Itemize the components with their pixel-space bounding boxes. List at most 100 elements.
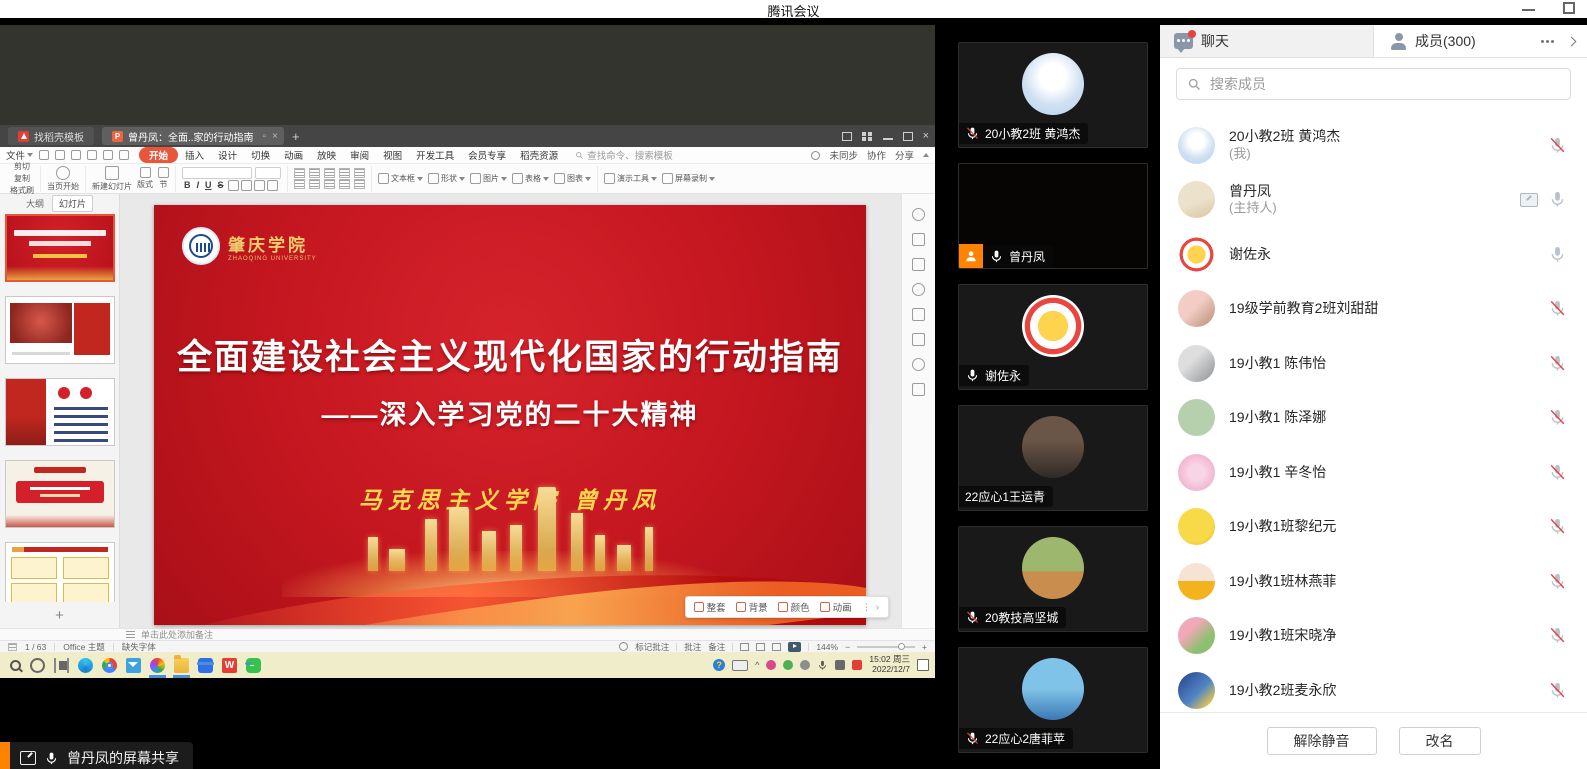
new-slide-label[interactable]: 新建幻灯片 (92, 181, 132, 192)
taskbar-clock[interactable]: 15:02 周三 2022/12/7 (869, 655, 910, 675)
sidebar-tool-icon[interactable] (912, 233, 925, 246)
tray-app-icon[interactable] (783, 660, 793, 670)
mic-muted-icon[interactable] (1548, 626, 1567, 645)
cut-label[interactable]: 剪切 (14, 161, 30, 172)
sidebar-tool-icon[interactable] (912, 333, 925, 346)
save-icon[interactable] (39, 150, 49, 160)
tab-close-icon[interactable]: × (272, 131, 278, 142)
tab-slides[interactable]: 幻灯片 (52, 195, 93, 212)
more-options-icon[interactable] (1541, 40, 1554, 43)
meeting-app-icon[interactable] (198, 658, 213, 673)
tab-restore-icon[interactable]: ▫ (263, 131, 267, 142)
member-search-input[interactable]: 搜索成员 (1176, 68, 1571, 100)
member-row[interactable]: 曾丹凤 (主持人) (1160, 173, 1587, 228)
touch-keyboard-icon[interactable] (732, 660, 748, 671)
comment-label[interactable]: 批注 (684, 641, 701, 653)
share-label[interactable]: 分享 (895, 148, 914, 162)
photos-icon[interactable] (150, 658, 165, 673)
file-explorer-icon[interactable] (174, 658, 189, 673)
chrome-icon[interactable] (102, 658, 117, 673)
video-tile[interactable]: 22应心1王运青 (958, 405, 1148, 511)
background-button[interactable]: 背景 (736, 600, 768, 614)
color-button[interactable]: 颜色 (778, 600, 810, 614)
sidebar-tool-icon[interactable] (912, 208, 925, 221)
sidebar-tool-icon[interactable] (912, 383, 925, 396)
mic-muted-icon[interactable] (1548, 681, 1567, 700)
mic-muted-icon[interactable] (1548, 136, 1567, 155)
theme-name[interactable]: Office 主题 (63, 641, 104, 653)
zoom-slider[interactable] (857, 646, 915, 648)
ribbon-tab-slideshow[interactable]: 放映 (310, 148, 343, 162)
note-label[interactable]: 备注 (708, 641, 725, 653)
number-list-icon[interactable] (309, 168, 320, 178)
mic-muted-icon[interactable] (1548, 463, 1567, 482)
member-row[interactable]: 19小教1班宋晓净 (1160, 609, 1587, 664)
rename-button[interactable]: 改名 (1399, 727, 1481, 755)
line-spacing-icon[interactable] (354, 168, 365, 178)
zoom-in-icon[interactable]: + (922, 642, 927, 652)
tab-chat[interactable]: 聊天 (1160, 25, 1374, 57)
ribbon-tab-insert[interactable]: 插入 (178, 148, 211, 162)
tray-app-icon[interactable] (852, 660, 862, 670)
tray-app-icon[interactable] (766, 660, 776, 670)
reading-view-icon[interactable] (772, 643, 781, 651)
member-row[interactable]: 19小教1班林燕菲 (1160, 554, 1587, 609)
animation-button[interactable]: 动画 (820, 600, 852, 614)
video-tile[interactable]: 曾丹凤 (958, 163, 1148, 269)
insert-chart[interactable]: 图表 (554, 173, 591, 184)
insert-textbox[interactable]: 文本框 (378, 173, 423, 184)
maximize-icon[interactable] (1563, 2, 1575, 14)
slide-thumb-3[interactable] (5, 378, 115, 446)
tab-members[interactable]: 成员(300) (1374, 25, 1541, 57)
collapse-panel-icon[interactable] (1567, 36, 1577, 46)
member-row[interactable]: 19级学前教育2班刘甜甜 (1160, 282, 1587, 337)
ribbon-tab-view[interactable]: 视图 (376, 148, 409, 162)
sorter-view-icon[interactable] (756, 643, 765, 651)
wps-maximize-icon[interactable] (903, 132, 913, 141)
beautify-button[interactable]: 整套 (694, 600, 726, 614)
normal-view-icon[interactable] (740, 643, 749, 651)
presentation-tools[interactable]: 演示工具 (604, 173, 657, 184)
ribbon-tab-member[interactable]: 会员专享 (461, 148, 513, 162)
screen-share-banner[interactable]: 曾丹凤的屏幕共享 (0, 742, 193, 769)
notification-center-icon[interactable] (917, 659, 929, 671)
ribbon-tab-home[interactable]: 开始 (139, 147, 178, 163)
font-name-select[interactable] (182, 167, 252, 179)
wps-apps-grid-icon[interactable] (862, 132, 873, 141)
member-row[interactable]: 19小教1 陈伟怡 (1160, 336, 1587, 391)
justify-icon[interactable] (339, 179, 350, 189)
print-icon[interactable] (71, 150, 81, 160)
file-menu[interactable]: 文件 (6, 148, 33, 162)
ribbon-tab-design[interactable]: 设计 (211, 148, 244, 162)
ribbon-search[interactable]: 查找命令、搜索模板 (575, 148, 673, 162)
edge-icon[interactable] (78, 658, 93, 673)
ribbon-tab-review[interactable]: 审阅 (343, 148, 376, 162)
zoom-level[interactable]: 144% (816, 642, 838, 652)
ribbon-tab-transition[interactable]: 切换 (244, 148, 277, 162)
mic-on-icon[interactable] (1548, 190, 1567, 209)
sidebar-tool-icon[interactable] (912, 358, 925, 371)
current-slide[interactable]: 肇庆学院 ZHAOQING UNIVERSITY 全面建设社会主义现代化国家的行… (154, 205, 866, 625)
screen-record[interactable]: 屏幕录制 (662, 173, 715, 184)
wps-tab-document[interactable]: P 曾丹凤：全面..家的行动指南 ▫× (102, 127, 284, 145)
add-slide-button[interactable]: + (0, 607, 119, 624)
insert-table[interactable]: 表格 (512, 173, 549, 184)
ribbon-tab-devtools[interactable]: 开发工具 (409, 148, 461, 162)
mic-on-icon[interactable] (1548, 245, 1567, 264)
wps-tab-docer[interactable]: 找稻壳模板 (8, 127, 94, 145)
tray-app-icon[interactable] (835, 660, 845, 670)
missing-font-warning[interactable]: 缺失字体 (122, 641, 156, 653)
play-from-page-label[interactable]: 当页开始 (47, 181, 79, 192)
minimize-icon[interactable] (1522, 9, 1535, 11)
tray-mic-icon[interactable] (817, 660, 828, 671)
section-label[interactable]: 节 (160, 179, 168, 190)
bullet-list-icon[interactable] (294, 168, 305, 178)
copy-label[interactable]: 复制 (14, 173, 30, 184)
member-row[interactable]: 20小教2班 黄鸿杰 (我) (1160, 118, 1587, 173)
align-center-icon[interactable] (309, 179, 320, 189)
strikethrough-button[interactable]: S (216, 180, 226, 190)
slideshow-play-icon[interactable] (788, 642, 801, 652)
tab-controls[interactable]: ▫× (263, 131, 278, 142)
redo-icon[interactable] (119, 150, 129, 160)
task-view-icon[interactable] (54, 658, 69, 673)
